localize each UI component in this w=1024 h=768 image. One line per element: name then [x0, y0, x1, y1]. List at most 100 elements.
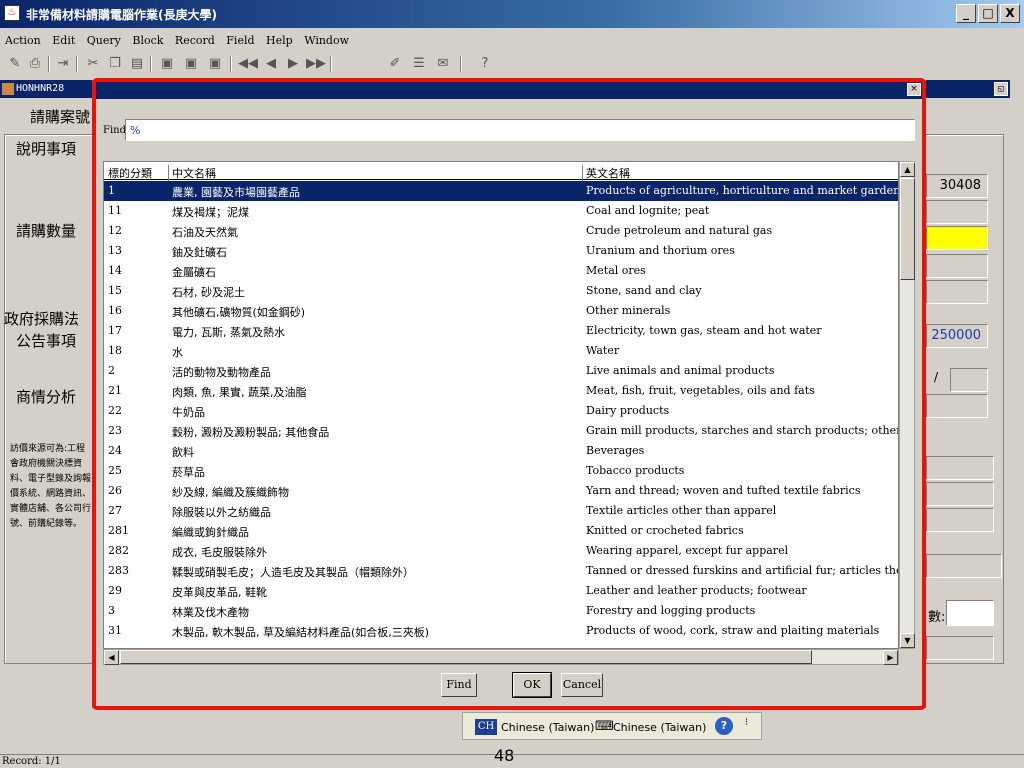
table-row[interactable]: 12 石油及天然氣 Crude petroleum and natural gas	[104, 221, 898, 241]
scroll-down-icon[interactable]: ▼	[900, 633, 915, 648]
table-row[interactable]: 2 活的動物及動物產品 Live animals and animal produc…	[104, 361, 898, 381]
cell-chinese-name: 電力, 瓦斯, 蒸氣及熱水	[172, 326, 285, 339]
last-icon[interactable]: ▶▶	[306, 55, 326, 73]
scroll-left-icon[interactable]: ◀	[104, 650, 119, 665]
column-header-chinese-name[interactable]: 中文名稱	[172, 165, 216, 181]
find-button[interactable]: Find	[441, 673, 477, 697]
field-blank-6[interactable]	[926, 456, 994, 480]
cell-chinese-name: 肉類, 魚, 果實, 蔬菜,及油脂	[172, 386, 307, 399]
cell-chinese-name: 紗及線, 編織及簇織飾物	[172, 486, 289, 499]
list-icon[interactable]: ☰	[410, 55, 428, 73]
toolbar-separator	[76, 56, 78, 72]
input-language-label[interactable]: Chinese (Taiwan)	[501, 721, 594, 734]
field-blank-5[interactable]	[926, 394, 988, 418]
table-row[interactable]: 283 鞣製或硝製毛皮；人造毛皮及其製品（帽類除外） Tanned or dress…	[104, 561, 898, 581]
minimize-button[interactable]: _	[956, 4, 976, 23]
insert-record-icon[interactable]: ▣	[158, 55, 176, 73]
menu-record[interactable]: Record	[175, 34, 215, 47]
keyboard-layout-label[interactable]: Chinese (Taiwan)	[613, 721, 706, 734]
close-button[interactable]: X	[1000, 4, 1020, 23]
field-blank-1[interactable]	[926, 200, 988, 224]
menu-block[interactable]: Block	[132, 34, 163, 47]
amount-field[interactable]: 250000	[926, 324, 988, 348]
print-icon[interactable]: ⎙	[26, 55, 44, 73]
vertical-scroll-thumb[interactable]	[900, 178, 915, 280]
lov-dialog: × Find % 標的分類 中文名稱 英文名稱 1 農業, 園藝及市場園藝產品 Pr…	[92, 80, 926, 708]
table-row[interactable]: 1 農業, 園藝及市場園藝產品 Products of agriculture, h…	[104, 181, 898, 201]
table-row[interactable]: 3 林業及伐木產物 Forestry and logging products	[104, 601, 898, 621]
table-row[interactable]: 17 電力, 瓦斯, 蒸氣及熱水 Electricity, town gas, st…	[104, 321, 898, 341]
cut-icon[interactable]: ✂	[84, 55, 102, 73]
table-row[interactable]: 21 肉類, 魚, 果實, 蔬菜,及油脂 Meat, fish, fruit, ve…	[104, 381, 898, 401]
field-blank-7[interactable]	[926, 482, 994, 506]
table-row[interactable]: 31 木製品, 軟木製品, 草及編結材料產品(如合板,三夾板) Products o…	[104, 621, 898, 641]
menu-edit[interactable]: Edit	[52, 34, 75, 47]
table-row[interactable]: 29 皮革與皮革品, 鞋靴 Leather and leather products…	[104, 581, 898, 601]
table-row[interactable]: 281 編織或鉤針織品 Knitted or crocheted fabrics	[104, 521, 898, 541]
menu-window[interactable]: Window	[304, 34, 349, 47]
table-row[interactable]: 27 除服裝以外之紡織品 Textile articles other than a…	[104, 501, 898, 521]
table-row[interactable]: 13 鈾及釷礦石 Uranium and thorium ores	[104, 241, 898, 261]
table-row[interactable]: 24 飲料 Beverages	[104, 441, 898, 461]
exit-icon[interactable]: ⇥	[54, 55, 72, 73]
first-icon[interactable]: ◀◀	[238, 55, 258, 73]
field-blank-10[interactable]	[926, 636, 994, 660]
cell-category: 27	[108, 504, 122, 517]
ok-button[interactable]: OK	[513, 673, 551, 697]
menu-query[interactable]: Query	[87, 34, 121, 47]
cell-english-name: Uranium and thorium ores	[586, 244, 735, 257]
count-field[interactable]	[946, 600, 994, 626]
table-row[interactable]: 23 穀粉, 澱粉及澱粉製品; 其他食品 Grain mill products, …	[104, 421, 898, 441]
next-icon[interactable]: ▶	[284, 55, 302, 73]
table-row[interactable]: 15 石材, 砂及泥土 Stone, sand and clay	[104, 281, 898, 301]
field-blank-2[interactable]	[926, 254, 988, 278]
field-blank-9[interactable]	[926, 554, 1002, 578]
keyboard-icon[interactable]: ⌨	[595, 719, 614, 734]
field-blank-8[interactable]	[926, 508, 994, 532]
duplicate-record-icon[interactable]: ▣	[182, 55, 200, 73]
cancel-button[interactable]: Cancel	[561, 673, 603, 697]
scroll-right-icon[interactable]: ▶	[883, 650, 898, 665]
field-blank-4[interactable]	[950, 368, 988, 392]
table-row[interactable]: 26 紗及線, 編織及簇織飾物 Yarn and thread; woven and…	[104, 481, 898, 501]
table-row[interactable]: 282 成衣, 毛皮服裝除外 Wearing apparel, except fur…	[104, 541, 898, 561]
menu-help[interactable]: Help	[266, 34, 293, 47]
cell-category: 281	[108, 524, 129, 537]
column-header-category[interactable]: 標的分類	[108, 165, 152, 181]
open-icon[interactable]: ✎	[6, 55, 24, 73]
save-icon[interactable]: ✉	[434, 55, 452, 73]
gov-procurement-label: 政府採購法	[4, 310, 80, 328]
delete-record-icon[interactable]: ▣	[206, 55, 224, 73]
find-input[interactable]: %	[125, 119, 915, 141]
cell-chinese-name: 編織或鉤針織品	[172, 526, 249, 539]
help-icon[interactable]: ?	[715, 717, 733, 735]
code-field[interactable]: 30408	[926, 174, 988, 198]
copy-icon[interactable]: ❐	[106, 55, 124, 73]
table-row[interactable]: 18 水 Water	[104, 341, 898, 361]
horizontal-scroll-thumb[interactable]	[120, 650, 812, 664]
input-language-badge[interactable]: CH	[475, 719, 497, 735]
previous-icon[interactable]: ◀	[262, 55, 280, 73]
restore-icon[interactable]: ◱	[994, 82, 1008, 96]
vertical-scrollbar[interactable]: ▲ ▼	[899, 161, 915, 649]
help-icon[interactable]: ?	[476, 55, 494, 73]
menu-action[interactable]: Action	[5, 34, 41, 47]
cell-english-name: Grain mill products, starches and starch…	[586, 424, 898, 437]
paste-icon[interactable]: ▤	[128, 55, 146, 73]
highlight-field[interactable]	[926, 226, 988, 250]
table-row[interactable]: 22 牛奶品 Dairy products	[104, 401, 898, 421]
edit-icon[interactable]: ✐	[386, 55, 404, 73]
menu-field[interactable]: Field	[226, 34, 254, 47]
table-row[interactable]: 16 其他礦石,礦物質(如金鋼砂) Other minerals	[104, 301, 898, 321]
cell-category: 1	[108, 184, 115, 197]
langbar-options-icon[interactable]: ⁝	[745, 717, 748, 728]
horizontal-scrollbar[interactable]: ◀ ▶	[103, 649, 899, 665]
table-row[interactable]: 25 菸草品 Tobacco products	[104, 461, 898, 481]
table-row[interactable]: 11 煤及褐煤；泥煤 Coal and lognite; peat	[104, 201, 898, 221]
field-blank-3[interactable]	[926, 280, 988, 304]
table-row[interactable]: 14 金屬礦石 Metal ores	[104, 261, 898, 281]
maximize-button[interactable]: □	[978, 4, 998, 23]
scroll-up-icon[interactable]: ▲	[900, 162, 915, 177]
dialog-close-button[interactable]: ×	[907, 83, 921, 96]
column-header-english-name[interactable]: 英文名稱	[586, 165, 630, 181]
